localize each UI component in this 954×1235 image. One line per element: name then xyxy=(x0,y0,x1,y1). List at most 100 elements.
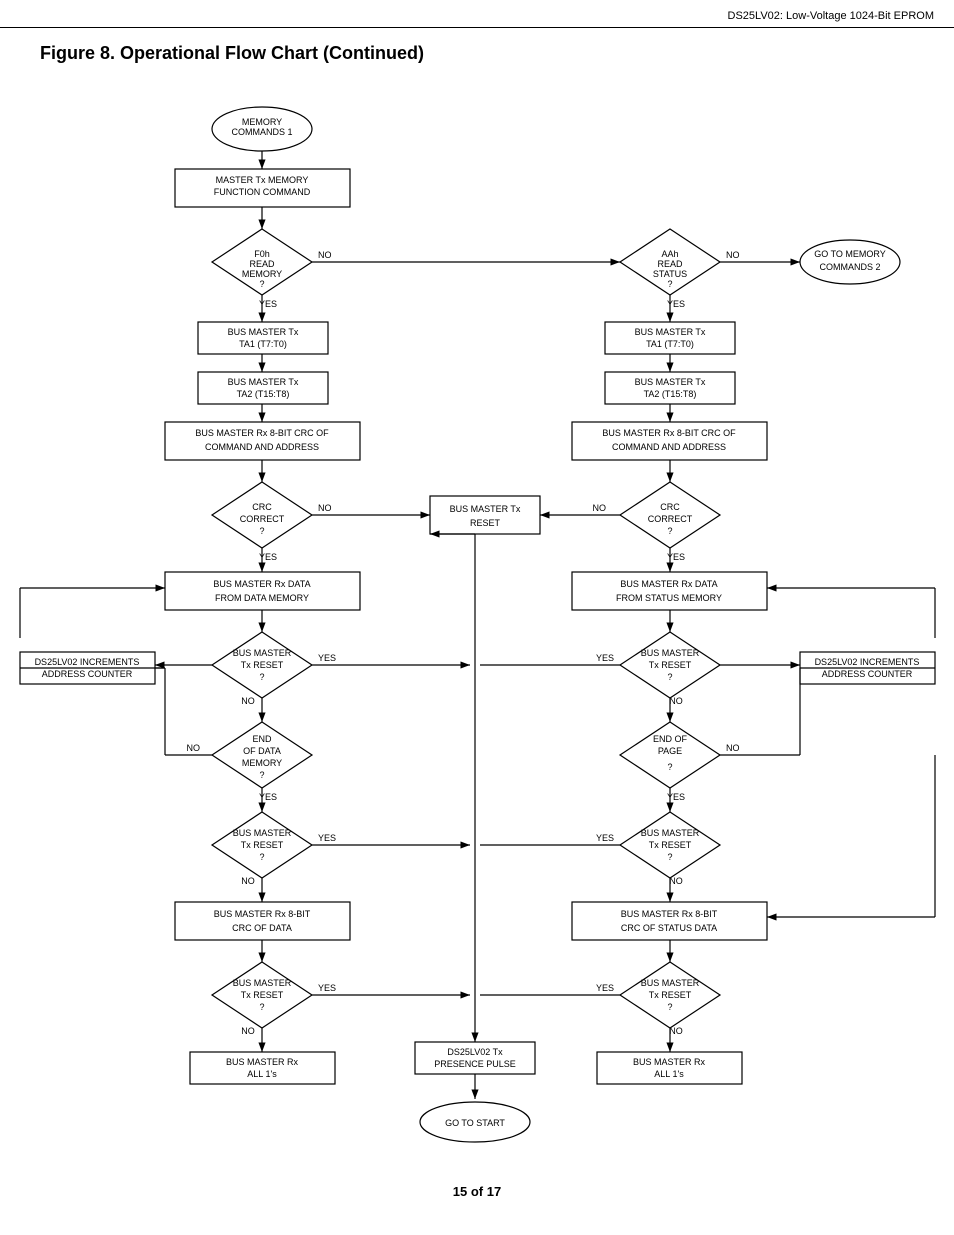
svg-text:Tx RESET: Tx RESET xyxy=(241,660,284,670)
svg-text:COMMANDS 1: COMMANDS 1 xyxy=(231,127,292,137)
svg-text:NO: NO xyxy=(241,696,255,706)
svg-text:BUS MASTER: BUS MASTER xyxy=(641,978,700,988)
page-title: Figure 8. Operational Flow Chart (Contin… xyxy=(0,28,954,74)
svg-text:ADDRESS COUNTER: ADDRESS COUNTER xyxy=(42,669,133,679)
svg-text:BUS MASTER Rx: BUS MASTER Rx xyxy=(633,1057,706,1067)
svg-text:CRC OF DATA: CRC OF DATA xyxy=(232,923,292,933)
svg-text:TA1 (T7:T0): TA1 (T7:T0) xyxy=(239,339,287,349)
svg-text:NO: NO xyxy=(669,1026,683,1036)
svg-text:BUS MASTER Tx: BUS MASTER Tx xyxy=(450,504,521,514)
svg-text:NO: NO xyxy=(318,250,332,260)
flowchart: MEMORY COMMANDS 1 MASTER Tx MEMORY FUNCT… xyxy=(0,74,954,1174)
page-footer: 15 of 17 xyxy=(0,1174,954,1209)
svg-text:?: ? xyxy=(259,526,264,536)
svg-text:COMMANDS 2: COMMANDS 2 xyxy=(819,262,880,272)
svg-text:MEMORY: MEMORY xyxy=(242,117,282,127)
svg-text:NO: NO xyxy=(187,743,201,753)
svg-text:NO: NO xyxy=(241,1026,255,1036)
svg-text:YES: YES xyxy=(596,653,614,663)
svg-text:Tx RESET: Tx RESET xyxy=(649,990,692,1000)
svg-text:?: ? xyxy=(667,852,672,862)
svg-text:TA2 (T15:T8): TA2 (T15:T8) xyxy=(644,389,697,399)
svg-text:YES: YES xyxy=(596,833,614,843)
svg-text:READ: READ xyxy=(249,259,275,269)
svg-text:?: ? xyxy=(259,279,264,289)
svg-text:BUS MASTER Rx DATA: BUS MASTER Rx DATA xyxy=(213,579,310,589)
svg-text:BUS MASTER: BUS MASTER xyxy=(233,978,292,988)
svg-text:BUS MASTER Rx 8-BIT CRC OF: BUS MASTER Rx 8-BIT CRC OF xyxy=(602,428,736,438)
svg-text:BUS MASTER Tx: BUS MASTER Tx xyxy=(228,327,299,337)
svg-text:COMMAND AND ADDRESS: COMMAND AND ADDRESS xyxy=(612,442,726,452)
svg-text:YES: YES xyxy=(318,833,336,843)
svg-text:GO TO MEMORY: GO TO MEMORY xyxy=(814,249,886,259)
svg-text:?: ? xyxy=(259,1002,264,1012)
svg-text:ALL 1's: ALL 1's xyxy=(247,1069,277,1079)
svg-text:MASTER Tx MEMORY: MASTER Tx MEMORY xyxy=(216,175,309,185)
svg-text:CORRECT: CORRECT xyxy=(648,514,693,524)
svg-text:BUS MASTER Rx DATA: BUS MASTER Rx DATA xyxy=(620,579,717,589)
svg-text:Tx RESET: Tx RESET xyxy=(649,840,692,850)
svg-text:CORRECT: CORRECT xyxy=(240,514,285,524)
svg-text:PRESENCE PULSE: PRESENCE PULSE xyxy=(434,1059,516,1069)
svg-text:PAGE: PAGE xyxy=(658,746,682,756)
svg-text:DS25LV02 INCREMENTS: DS25LV02 INCREMENTS xyxy=(815,657,920,667)
svg-text:BUS MASTER Tx: BUS MASTER Tx xyxy=(635,327,706,337)
svg-text:YES: YES xyxy=(318,653,336,663)
svg-text:CRC: CRC xyxy=(660,502,680,512)
svg-text:?: ? xyxy=(667,672,672,682)
svg-text:STATUS: STATUS xyxy=(653,269,687,279)
svg-text:GO TO START: GO TO START xyxy=(445,1118,505,1128)
svg-text:NO: NO xyxy=(593,503,607,513)
svg-text:OF DATA: OF DATA xyxy=(243,746,281,756)
svg-text:BUS MASTER: BUS MASTER xyxy=(233,648,292,658)
svg-text:ADDRESS COUNTER: ADDRESS COUNTER xyxy=(822,669,913,679)
svg-text:?: ? xyxy=(259,852,264,862)
svg-text:END OF: END OF xyxy=(653,734,688,744)
svg-text:RESET: RESET xyxy=(470,518,501,528)
svg-text:NO: NO xyxy=(726,250,740,260)
svg-text:MEMORY: MEMORY xyxy=(242,758,282,768)
svg-text:AAh: AAh xyxy=(661,249,678,259)
svg-text:YES: YES xyxy=(596,983,614,993)
svg-text:COMMAND AND ADDRESS: COMMAND AND ADDRESS xyxy=(205,442,319,452)
svg-text:CRC OF STATUS DATA: CRC OF STATUS DATA xyxy=(621,923,717,933)
svg-text:TA2 (T15:T8): TA2 (T15:T8) xyxy=(237,389,290,399)
svg-text:BUS MASTER Rx 8-BIT: BUS MASTER Rx 8-BIT xyxy=(621,909,718,919)
svg-text:TA1 (T7:T0): TA1 (T7:T0) xyxy=(646,339,694,349)
svg-text:?: ? xyxy=(667,1002,672,1012)
svg-text:DS25LV02 INCREMENTS: DS25LV02 INCREMENTS xyxy=(35,657,140,667)
svg-text:Tx RESET: Tx RESET xyxy=(649,660,692,670)
svg-text:FUNCTION COMMAND: FUNCTION COMMAND xyxy=(214,187,311,197)
svg-text:CRC: CRC xyxy=(252,502,272,512)
svg-text:NO: NO xyxy=(669,696,683,706)
svg-text:BUS MASTER: BUS MASTER xyxy=(233,828,292,838)
svg-text:BUS MASTER Rx 8-BIT: BUS MASTER Rx 8-BIT xyxy=(214,909,311,919)
svg-text:BUS MASTER: BUS MASTER xyxy=(641,828,700,838)
header-title: DS25LV02: Low-Voltage 1024-Bit EPROM xyxy=(728,10,934,22)
svg-text:BUS MASTER Tx: BUS MASTER Tx xyxy=(228,377,299,387)
svg-text:BUS MASTER: BUS MASTER xyxy=(641,648,700,658)
svg-text:NO: NO xyxy=(241,876,255,886)
svg-text:?: ? xyxy=(667,762,672,772)
svg-text:Tx RESET: Tx RESET xyxy=(241,840,284,850)
svg-text:NO: NO xyxy=(318,503,332,513)
svg-text:?: ? xyxy=(259,672,264,682)
svg-text:ALL 1's: ALL 1's xyxy=(654,1069,684,1079)
svg-text:READ: READ xyxy=(657,259,683,269)
svg-text:FROM DATA MEMORY: FROM DATA MEMORY xyxy=(215,593,309,603)
svg-text:Tx RESET: Tx RESET xyxy=(241,990,284,1000)
svg-text:BUS MASTER Tx: BUS MASTER Tx xyxy=(635,377,706,387)
svg-text:?: ? xyxy=(259,770,264,780)
svg-text:MEMORY: MEMORY xyxy=(242,269,282,279)
svg-text:?: ? xyxy=(667,526,672,536)
svg-text:FROM STATUS MEMORY: FROM STATUS MEMORY xyxy=(616,593,722,603)
svg-text:END: END xyxy=(252,734,272,744)
svg-text:NO: NO xyxy=(726,743,740,753)
svg-text:?: ? xyxy=(667,279,672,289)
page-header: DS25LV02: Low-Voltage 1024-Bit EPROM xyxy=(0,0,954,28)
svg-text:BUS MASTER Rx: BUS MASTER Rx xyxy=(226,1057,299,1067)
svg-text:DS25LV02 Tx: DS25LV02 Tx xyxy=(447,1047,503,1057)
svg-text:YES: YES xyxy=(318,983,336,993)
svg-text:F0h: F0h xyxy=(254,249,270,259)
svg-text:BUS MASTER Rx 8-BIT CRC OF: BUS MASTER Rx 8-BIT CRC OF xyxy=(195,428,329,438)
